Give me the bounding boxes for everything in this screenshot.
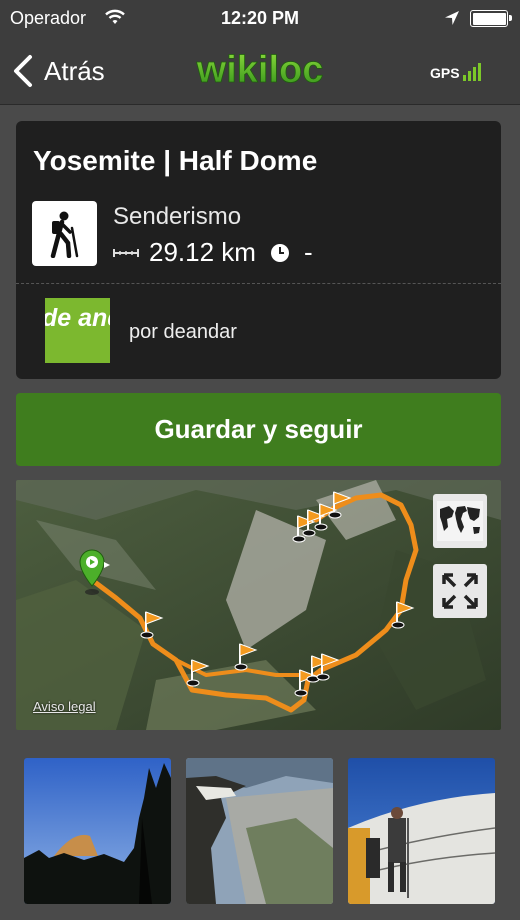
photo-half-dome-dusk: [24, 758, 171, 904]
trail-map[interactable]: Aviso legal: [16, 480, 501, 730]
photo-cables-climbers: [348, 758, 495, 904]
fullscreen-expand-icon: [442, 573, 478, 609]
author-avatar[interactable]: de andar: [45, 298, 110, 363]
trail-photo-2[interactable]: [186, 758, 333, 904]
waypoint-flag-icon[interactable]: [316, 652, 342, 682]
trail-title: Yosemite | Half Dome: [33, 145, 318, 176]
trail-photo-1[interactable]: [24, 758, 171, 904]
world-map-icon: [437, 501, 483, 541]
card-divider: [16, 283, 501, 284]
trail-stats: 29.12 km -: [113, 237, 313, 268]
fullscreen-button[interactable]: [433, 564, 487, 618]
hiker-icon: [32, 201, 97, 266]
duration-value: -: [303, 237, 313, 267]
distance-icon: [113, 248, 139, 257]
legal-notice-link[interactable]: Aviso legal: [33, 699, 96, 714]
trail-info-card: Yosemite | Half Dome Senderismo 29.12 km…: [16, 121, 501, 379]
world-map-button[interactable]: [433, 494, 487, 548]
start-marker-icon[interactable]: [78, 548, 112, 598]
waypoint-flag-icon[interactable]: [328, 490, 354, 520]
author-name[interactable]: por deandar: [129, 321, 237, 344]
photo-cliff-overlook: [186, 758, 333, 904]
clock-icon: [270, 243, 289, 262]
svg-text:wikiloc: wikiloc: [196, 49, 324, 91]
clock-time: 12:20 PM: [220, 8, 300, 28]
trail-photo-3[interactable]: [348, 758, 495, 904]
activity-type: Senderismo: [113, 203, 242, 230]
save-and-follow-button[interactable]: Guardar y seguir: [16, 393, 501, 466]
waypoint-flag-icon[interactable]: [391, 600, 417, 630]
avatar-text: de andar: [45, 304, 110, 332]
gps-signal-indicator: GPS: [430, 63, 483, 81]
waypoint-flag-icon[interactable]: [140, 610, 166, 640]
waypoint-flag-icon[interactable]: [186, 658, 212, 688]
gps-label: GPS: [430, 65, 460, 81]
status-bar: Operador 12:20 PM: [0, 0, 520, 38]
waypoint-flag-icon[interactable]: [234, 642, 260, 672]
signal-bars-icon: [462, 63, 483, 81]
satellite-terrain: [16, 480, 501, 730]
battery-icon: [470, 10, 512, 27]
location-arrow-icon: [445, 11, 459, 25]
nav-bar: Atrás wikiloc GPS: [0, 38, 520, 105]
distance-value: 29.12 km: [149, 237, 256, 267]
